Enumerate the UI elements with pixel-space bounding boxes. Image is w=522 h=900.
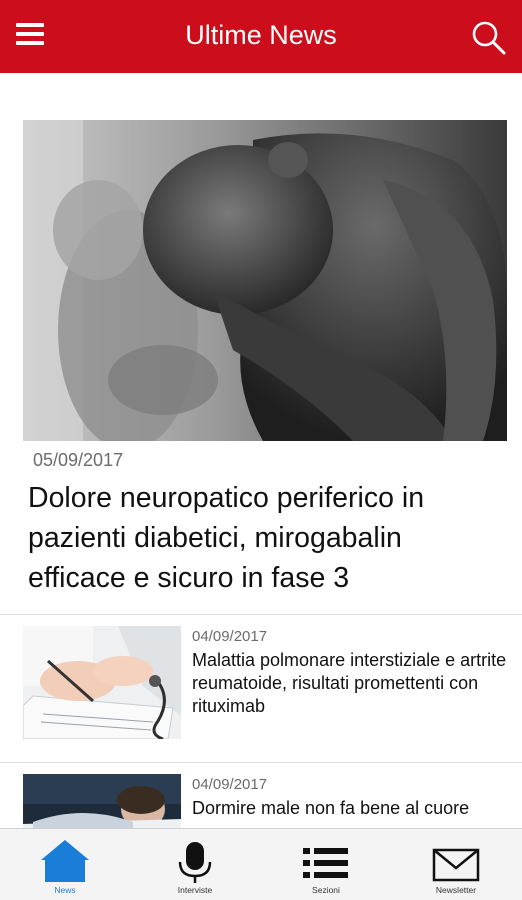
tab-label: Sezioni [312, 885, 340, 895]
page-title: Ultime News [185, 20, 337, 50]
hero-article-date: 05/09/2017 [33, 450, 124, 470]
bottom-tab-bar: News Interviste Sezioni Newsletter [0, 828, 522, 900]
list-icon [261, 836, 391, 884]
search-icon[interactable] [470, 20, 508, 56]
tab-sezioni[interactable]: Sezioni [261, 829, 391, 900]
article-headline[interactable]: Dormire male non fa bene al cuore [192, 797, 510, 820]
envelope-icon [391, 836, 521, 884]
microphone-icon [130, 836, 260, 884]
app-bar: Ultime News [0, 0, 522, 73]
list-item[interactable]: 04/09/2017 Malattia polmonare interstizi… [0, 614, 522, 749]
hero-article-title[interactable]: Dolore neuropatico periferico in pazient… [28, 478, 498, 598]
news-feed[interactable]: 05/09/2017 Dolore neuropatico periferico… [0, 73, 522, 828]
tab-label: Interviste [177, 885, 213, 895]
article-thumbnail [23, 626, 181, 739]
list-item[interactable]: 04/09/2017 Dormire male non fa bene al c… [0, 762, 522, 828]
article-thumbnail [23, 774, 181, 828]
tab-news[interactable]: News [0, 829, 130, 900]
article-date: 04/09/2017 [192, 776, 268, 793]
home-icon [0, 836, 130, 884]
tab-label: News [54, 885, 76, 895]
article-date: 04/09/2017 [192, 628, 268, 645]
tab-label: Newsletter [435, 885, 477, 895]
article-headline[interactable]: Malattia polmonare interstiziale e artri… [192, 649, 510, 718]
tab-newsletter[interactable]: Newsletter [391, 829, 521, 900]
tab-interviste[interactable]: Interviste [130, 829, 260, 900]
hero-article-image[interactable] [23, 120, 507, 441]
